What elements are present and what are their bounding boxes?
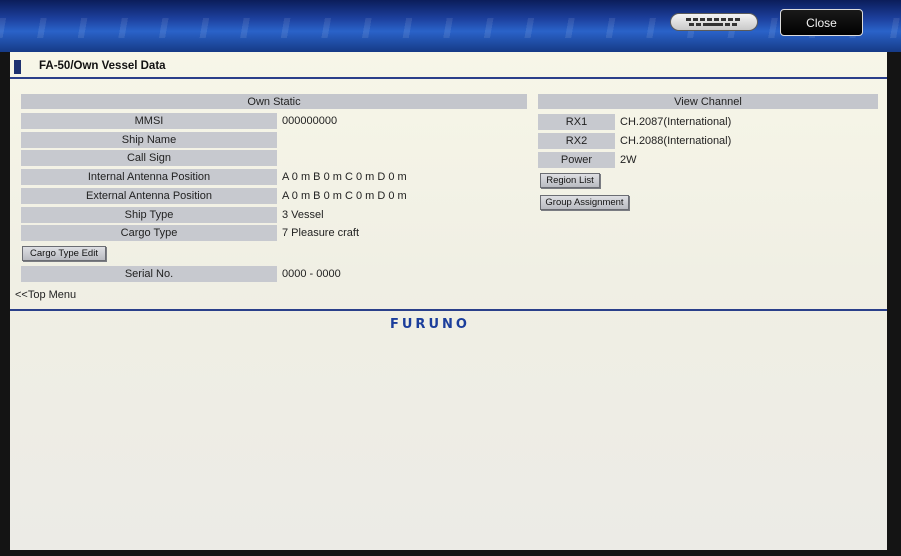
- rx2-label: RX2: [538, 133, 615, 149]
- window-header: Close: [0, 0, 901, 52]
- group-assignment-button[interactable]: Group Assignment: [540, 195, 629, 210]
- furuno-logo: FURUNO: [390, 317, 470, 332]
- rx1-label: RX1: [538, 114, 615, 130]
- header-wave-decoration: [0, 18, 901, 38]
- ship-name-label: Ship Name: [21, 132, 277, 148]
- external-antenna-value: A 0 m B 0 m C 0 m D 0 m: [282, 190, 407, 202]
- internal-antenna-value: A 0 m B 0 m C 0 m D 0 m: [282, 171, 407, 183]
- top-menu-link[interactable]: <<Top Menu: [15, 289, 76, 301]
- cargo-type-value: 7 Pleasure craft: [282, 227, 360, 239]
- view-channel-header: View Channel: [538, 94, 878, 109]
- ship-type-label: Ship Type: [21, 207, 277, 223]
- external-antenna-label: External Antenna Position: [21, 188, 277, 204]
- mmsi-label: MMSI: [21, 113, 277, 129]
- ship-type-value: 3 Vessel: [282, 209, 324, 221]
- close-button[interactable]: Close: [780, 9, 863, 36]
- main-screen: FA-50/Own Vessel Data Own Static MMSI 00…: [10, 52, 887, 550]
- page-title-bar: FA-50/Own Vessel Data: [10, 55, 887, 79]
- rx1-value: CH.2087(International): [620, 116, 732, 128]
- power-value: 2W: [620, 154, 637, 166]
- region-list-button[interactable]: Region List: [540, 173, 600, 188]
- serial-no-value: 0000 - 0000: [282, 268, 341, 280]
- serial-no-label: Serial No.: [21, 266, 277, 282]
- cargo-type-edit-button[interactable]: Cargo Type Edit: [22, 246, 106, 261]
- keyboard-icon: [686, 18, 740, 26]
- internal-antenna-label: Internal Antenna Position: [21, 169, 277, 185]
- page-title: FA-50/Own Vessel Data: [39, 60, 166, 72]
- power-label: Power: [538, 152, 615, 168]
- section-divider: [10, 309, 887, 311]
- call-sign-label: Call Sign: [21, 150, 277, 166]
- mmsi-value: 000000000: [282, 115, 338, 127]
- title-marker: [14, 60, 21, 74]
- rx2-value: CH.2088(International): [620, 135, 732, 147]
- cargo-type-label: Cargo Type: [21, 225, 277, 241]
- keyboard-button[interactable]: [670, 13, 758, 31]
- own-static-header: Own Static: [21, 94, 527, 109]
